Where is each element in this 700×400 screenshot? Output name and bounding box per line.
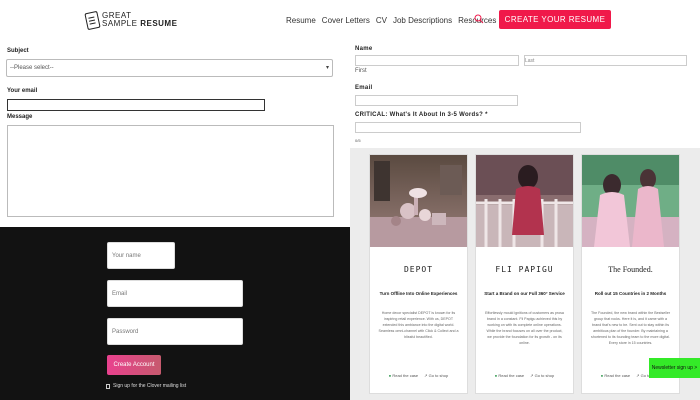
resume-logo-icon [84,10,101,30]
search-icon[interactable] [474,14,484,24]
contact-form: Subject --Please select-- ▾ Your email M… [0,42,350,227]
fli-papigu-photo [476,155,573,247]
message-textarea[interactable] [7,125,334,217]
depot-photo [370,155,467,247]
card-brand: The Founded. [608,265,653,274]
nav-job-descriptions[interactable]: Job Descriptions [393,16,452,25]
bullet-icon: ● [388,373,392,378]
right-email-input[interactable] [355,95,518,106]
checkbox-icon[interactable] [106,383,110,389]
go-to-shop-link[interactable]: ↗ Go to shop [530,373,554,378]
chevron-down-icon: ▾ [325,65,329,71]
email-field[interactable] [7,99,265,111]
case-card-depot[interactable]: DEPOT Turn Offline Into Online Experienc… [369,154,468,394]
card-tagline: Turn Offline Into Online Experiences [379,291,458,296]
first-name-input[interactable] [355,55,519,66]
newsletter-signup-button[interactable]: Newsletter sign up > [649,358,700,378]
read-case-link[interactable]: ● Read the case [601,373,630,378]
critical-label: CRITICAL: What's It About In 3-5 Words? … [355,112,488,118]
subject-select-value: --Please select-- [10,65,54,71]
bullet-icon: ↗ [530,373,534,378]
name-input[interactable]: Your name [107,242,175,269]
critical-input[interactable] [355,122,581,133]
message-label: Message [7,114,33,120]
card-description: Effortlessly mould ignitions of customer… [485,311,564,345]
case-studies: DEPOT Turn Offline Into Online Experienc… [350,148,700,400]
card-description: Home decor specialist DEPOT is known for… [378,311,459,339]
signup-email-input[interactable]: Email [107,280,243,307]
signup-panel: Your name Email Password Create Account … [0,227,350,400]
case-card-fli-papigu[interactable]: FLI PAPIGU Start a Brand on our Full 360… [475,154,574,394]
go-to-shop-link[interactable]: ↗ Go to shop [424,373,448,378]
last-name-input[interactable] [524,55,687,66]
main-nav: Resume Cover Letters CV Job Descriptions… [286,16,496,25]
card-tagline: Roll out 15 Countries in 2 Months [594,291,667,296]
logo-line-2a: SAMPLE [102,19,138,28]
the-founded-photo [582,155,679,247]
submission-form: Name First Last Email CRITICAL: What's I… [350,42,700,148]
nav-cover-letters[interactable]: Cover Letters [322,16,370,25]
read-case-link[interactable]: ● Read the case [495,373,524,378]
bullet-icon: ↗ [636,373,640,378]
read-case-link[interactable]: ● Read the case [389,373,418,378]
nav-cv[interactable]: CV [376,16,387,25]
card-tagline: Start a Brand on our Full 360° Service [484,291,565,296]
right-email-label: Email [355,85,373,91]
mailing-list-label: Sign up for the Clover mailing list [113,383,187,389]
nav-resume[interactable]: Resume [286,16,316,25]
first-sublabel: First [355,68,367,74]
last-sublabel: Last [525,58,535,64]
bullet-icon: ● [600,373,604,378]
card-brand: FLI PAPIGU [495,265,554,274]
site-logo[interactable]: GREAT SAMPLE RESUME [84,9,178,31]
card-brand: DEPOT [403,265,434,274]
word-counter: 0/5 [355,138,361,143]
logo-line-2b: RESUME [140,19,178,28]
bullet-icon: ● [494,373,498,378]
subject-label: Subject [7,48,29,54]
mailing-list-checkbox[interactable]: Sign up for the Clover mailing list [106,383,186,389]
email-label: Your email [7,88,38,94]
subject-select[interactable]: --Please select-- ▾ [6,59,333,77]
create-resume-button[interactable]: CREATE YOUR RESUME [499,10,611,29]
card-description: The Founded, the new brand within the Be… [590,311,671,345]
password-input[interactable]: Password [107,318,243,345]
bullet-icon: ↗ [424,373,428,378]
site-header: GREAT SAMPLE RESUME Resume Cover Letters… [0,0,700,42]
name-label: Name [355,46,373,52]
create-account-button[interactable]: Create Account [107,355,161,375]
